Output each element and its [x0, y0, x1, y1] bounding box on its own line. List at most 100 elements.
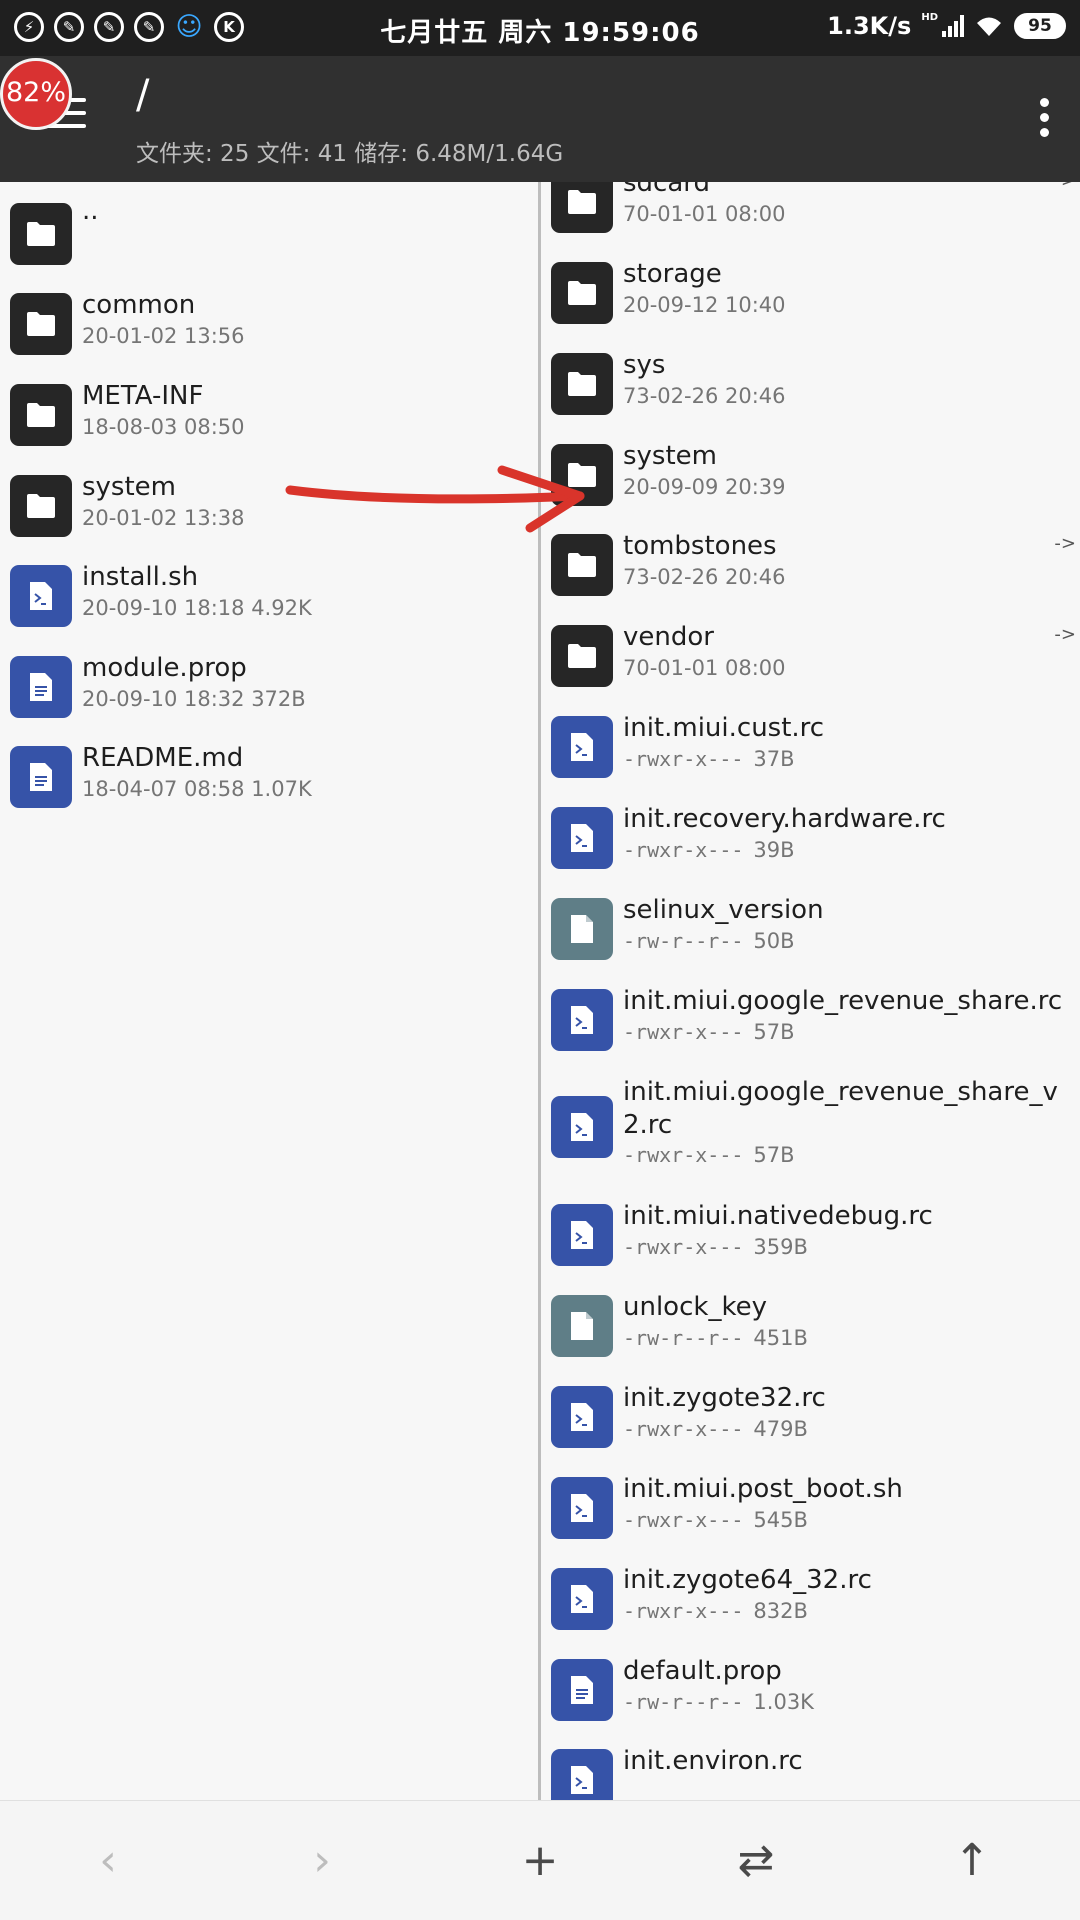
file-permissions: -rwxr-x--- 37B: [623, 747, 795, 771]
more-options-button[interactable]: [1040, 98, 1050, 138]
script-file-icon: [551, 1096, 613, 1158]
file-name: META-INF: [82, 381, 204, 411]
permission-string: -rw-r--r--: [623, 1690, 744, 1714]
parent-dir-button[interactable]: ↑: [942, 1831, 1002, 1891]
file-row[interactable]: system 20-01-02 13:38: [0, 468, 538, 544]
folder-icon: [10, 293, 72, 355]
permission-string: -rw-r--r--: [623, 929, 744, 953]
document-file-icon: [10, 656, 72, 718]
file-name: init.zygote32.rc: [623, 1383, 826, 1413]
file-permissions: -rw-r--r-- 50B: [623, 929, 795, 953]
swap-panes-button[interactable]: ⇄: [726, 1831, 786, 1891]
file-name: sys: [623, 350, 666, 380]
file-icon: [551, 1295, 613, 1357]
file-name: common: [82, 290, 196, 320]
file-row[interactable]: init.miui.nativedebug.rc -rwxr-x--- 359B: [541, 1197, 1080, 1273]
right-file-pane[interactable]: sdcard 70-01-01 08:00 -> storage 20-09-12 10…: [541, 182, 1080, 1800]
file-size: 37B: [753, 747, 795, 771]
file-meta: 73-02-26 20:46: [623, 384, 786, 408]
status-right: 1.3K/s HD 95: [827, 12, 1066, 40]
file-meta: 70-01-01 08:00: [623, 656, 786, 680]
file-name: storage: [623, 259, 722, 289]
file-row[interactable]: default.prop -rw-r--r-- 1.03K: [541, 1652, 1080, 1728]
file-permissions: -rwxr-x--- 39B: [623, 838, 795, 862]
file-name: system: [623, 441, 717, 471]
script-file-icon: [10, 565, 72, 627]
forward-button[interactable]: ›: [292, 1831, 352, 1891]
file-row[interactable]: META-INF 18-08-03 08:50: [0, 377, 538, 453]
file-permissions: -rwxr-x--- 359B: [623, 1235, 808, 1259]
file-size: 50B: [753, 929, 795, 953]
folder-icon: [10, 475, 72, 537]
signal-icon: [942, 15, 964, 37]
folder-icon: [551, 262, 613, 324]
folder-icon: [10, 384, 72, 446]
file-row[interactable]: selinux_version -rw-r--r-- 50B: [541, 891, 1080, 967]
left-file-pane[interactable]: .. common 20-01-02 13:56 META-INF 18-08-03 0…: [0, 182, 538, 1800]
file-permissions: -rwxr-x--- 57B: [623, 1020, 795, 1044]
file-meta: 20-01-02 13:56: [82, 324, 245, 348]
permission-string: -rwxr-x---: [623, 1235, 744, 1259]
file-name: init.miui.google_revenue_share.rc: [623, 986, 1063, 1016]
wifi-icon: [977, 17, 1001, 36]
file-row[interactable]: common 20-01-02 13:56: [0, 286, 538, 362]
file-name: README.md: [82, 743, 244, 773]
file-size: 451B: [753, 1326, 808, 1350]
file-meta: 20-09-10 18:18 4.92K: [82, 596, 312, 620]
file-row[interactable]: ..: [0, 196, 538, 272]
file-row[interactable]: storage 20-09-12 10:40: [541, 255, 1080, 331]
file-row[interactable]: README.md 18-04-07 08:58 1.07K: [0, 739, 538, 815]
file-row[interactable]: sys 73-02-26 20:46: [541, 346, 1080, 422]
app-toolbar: 82% / 文件夹: 25 文件: 41 储存: 6.48M/1.64G: [0, 56, 1080, 182]
file-row[interactable]: module.prop 20-09-10 18:32 372B: [0, 649, 538, 725]
file-meta: 20-09-09 20:39: [623, 475, 786, 499]
file-name: init.miui.google_revenue_share_v: [623, 1077, 1058, 1107]
file-name: install.sh: [82, 562, 199, 592]
file-row[interactable]: init.zygote32.rc -rwxr-x--- 479B: [541, 1379, 1080, 1455]
file-row[interactable]: vendor 70-01-01 08:00 ->: [541, 618, 1080, 694]
file-row[interactable]: init.environ.rc: [541, 1742, 1080, 1800]
add-button[interactable]: +: [510, 1831, 570, 1891]
script-file-icon: [551, 807, 613, 869]
back-button[interactable]: ‹: [78, 1831, 138, 1891]
file-name: init.zygote64_32.rc: [623, 1565, 872, 1595]
permission-string: -rwxr-x---: [623, 1508, 744, 1532]
script-file-icon: [551, 989, 613, 1051]
file-row[interactable]: system 20-09-09 20:39: [541, 437, 1080, 513]
file-permissions: -rwxr-x--- 832B: [623, 1599, 808, 1623]
file-name: module.prop: [82, 653, 247, 683]
file-row[interactable]: init.miui.cust.rc -rwxr-x--- 37B: [541, 709, 1080, 785]
file-name: selinux_version: [623, 895, 824, 925]
file-row[interactable]: sdcard 70-01-01 08:00 ->: [541, 182, 1080, 240]
file-name: unlock_key: [623, 1292, 767, 1322]
file-permissions: -rw-r--r-- 1.03K: [623, 1690, 814, 1714]
script-file-icon: [551, 1568, 613, 1630]
file-name: vendor: [623, 622, 714, 652]
file-meta: 18-04-07 08:58 1.07K: [82, 777, 312, 801]
file-row[interactable]: init.miui.google_revenue_share.rc -rwxr-x…: [541, 982, 1080, 1058]
file-row[interactable]: unlock_key -rw-r--r-- 451B: [541, 1288, 1080, 1364]
file-permissions: -rwxr-x--- 57B: [623, 1143, 795, 1167]
memory-badge[interactable]: 82%: [0, 58, 72, 130]
permission-string: -rw-r--r--: [623, 1326, 744, 1350]
permission-string: -rwxr-x---: [623, 1417, 744, 1441]
file-name-wrap: 2.rc: [623, 1110, 673, 1140]
symlink-indicator: ->: [1054, 182, 1076, 191]
file-row[interactable]: init.miui.google_revenue_share_v 2.rc -rwx…: [541, 1073, 1080, 1181]
file-size: 57B: [753, 1143, 795, 1167]
file-meta: 20-09-10 18:32 372B: [82, 687, 306, 711]
file-row[interactable]: install.sh 20-09-10 18:18 4.92K: [0, 558, 538, 634]
bottom-toolbar: ‹ › + ⇄ ↑: [0, 1800, 1080, 1920]
file-size: 359B: [753, 1235, 808, 1259]
symlink-indicator: ->: [1054, 533, 1076, 554]
file-row[interactable]: init.recovery.hardware.rc -rwxr-x--- 39B: [541, 800, 1080, 876]
file-row[interactable]: tombstones 73-02-26 20:46 ->: [541, 527, 1080, 603]
file-row[interactable]: init.zygote64_32.rc -rwxr-x--- 832B: [541, 1561, 1080, 1637]
folder-icon: [551, 182, 613, 233]
permission-string: -rwxr-x---: [623, 838, 744, 862]
document-file-icon: [551, 1659, 613, 1721]
script-file-icon: [551, 716, 613, 778]
file-row[interactable]: init.miui.post_boot.sh -rwxr-x--- 545B: [541, 1470, 1080, 1546]
file-name: init.miui.post_boot.sh: [623, 1474, 903, 1504]
file-size: 479B: [753, 1417, 808, 1441]
